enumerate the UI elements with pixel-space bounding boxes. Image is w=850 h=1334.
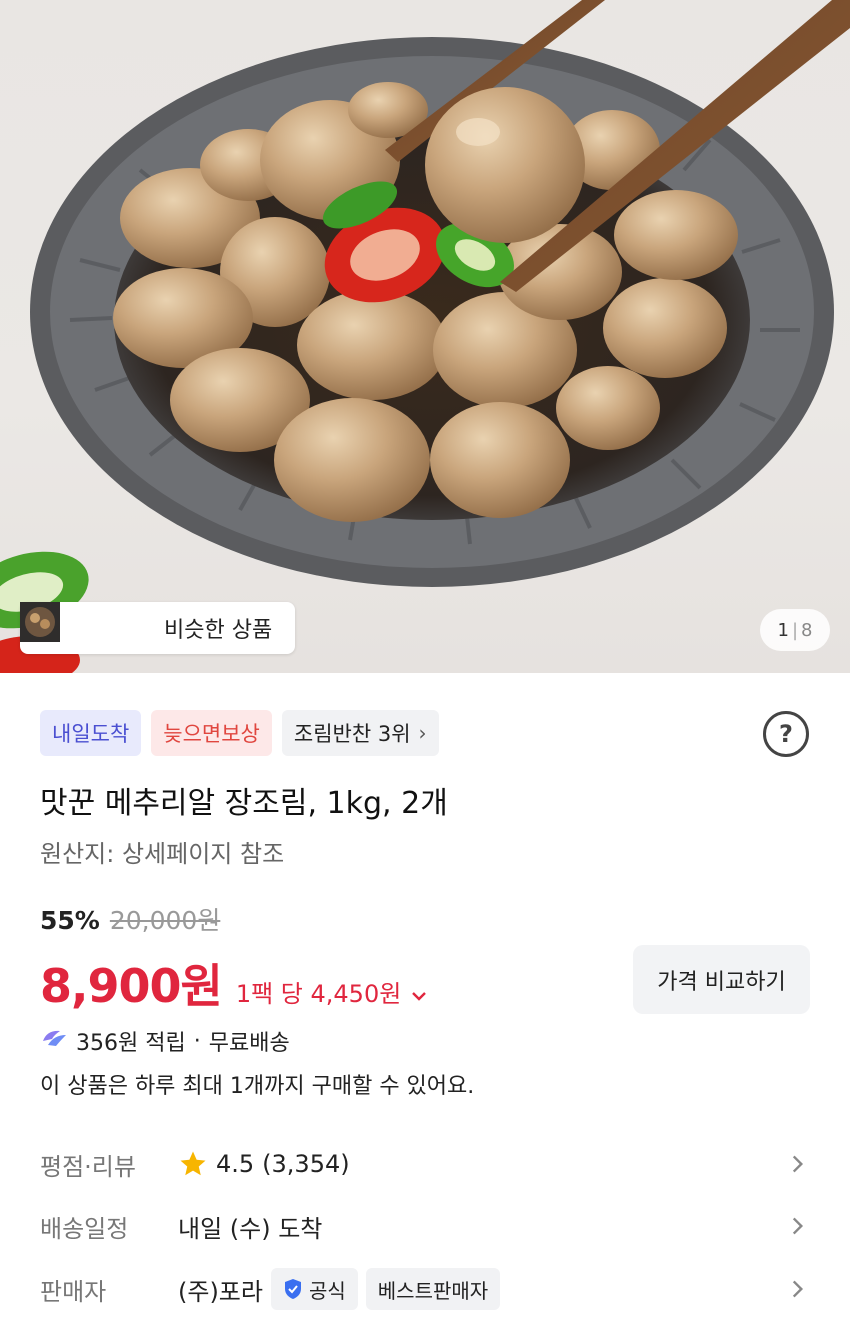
chevron-down-icon[interactable]: [411, 983, 427, 1007]
price-compare-button[interactable]: 가격 비교하기: [633, 945, 810, 1014]
seller-label: 판매자: [40, 1277, 107, 1306]
official-tag-label: 공식: [308, 1278, 346, 1303]
delivery-schedule-row[interactable]: 배송일정 내일 (수) 도착: [40, 1201, 810, 1251]
seller-row[interactable]: 판매자 (주)포라 공식 베스트판매자: [40, 1264, 810, 1314]
discount-row: 55% 20,000원: [40, 901, 220, 937]
rating-review-row[interactable]: 평점·리뷰 4.5 (3,354): [40, 1139, 810, 1189]
price-compare-label: 가격 비교하기: [657, 969, 786, 995]
image-counter-total: 8: [801, 619, 813, 641]
discount-rate: 55%: [40, 906, 100, 935]
compensation-badge: 늦으면보상: [151, 710, 272, 756]
product-photo: [0, 0, 850, 673]
reward-icon: [40, 1027, 68, 1055]
category-rank-badge[interactable]: 조림반찬 3위 ›: [281, 710, 439, 756]
chevron-right-icon: [792, 1280, 804, 1298]
similar-products-button[interactable]: 비슷한 상품: [20, 602, 295, 654]
reward-row: 356원 적립 · 무료배송: [40, 1025, 290, 1057]
best-seller-tag-label: 베스트판매자: [377, 1278, 489, 1303]
delivery-label: 배송일정: [40, 1214, 129, 1243]
badge-row: 내일도착 늦으면보상 조림반찬 3위 ›: [40, 710, 439, 756]
help-icon[interactable]: ?: [763, 711, 809, 757]
reward-amount: 356원 적립: [76, 1031, 186, 1056]
seller-name: (주)포라: [178, 1277, 263, 1306]
price-row: 8,900원 1팩 당 4,450원: [40, 950, 427, 1016]
image-counter: 1 | 8: [760, 609, 830, 651]
rating-value: 4.5: [216, 1150, 255, 1178]
unit-price[interactable]: 1팩 당 4,450원: [236, 974, 401, 1009]
best-seller-tag: 베스트판매자: [365, 1268, 501, 1310]
similar-thumb-3: [20, 602, 154, 648]
shipping-info: 무료배송: [208, 1031, 290, 1056]
chevron-right-icon: [792, 1155, 804, 1173]
verified-shield-icon: [284, 1279, 301, 1299]
image-counter-current: 1: [777, 619, 789, 641]
arrival-badge-label: 내일도착: [52, 722, 130, 746]
image-counter-separator: |: [791, 619, 799, 641]
product-title: 맛꾼 메추리알 장조림, 1kg, 2개: [40, 786, 448, 821]
rating-label: 평점·리뷰: [40, 1152, 136, 1181]
arrival-badge: 내일도착: [40, 710, 142, 756]
delivery-value: 내일 (수) 도착: [178, 1214, 323, 1243]
similar-thumb-2: [20, 602, 110, 648]
product-origin: 원산지: 상세페이지 참조: [40, 840, 285, 868]
star-icon: [180, 1151, 206, 1176]
sale-price: 8,900원: [40, 959, 223, 1013]
chevron-right-icon: [792, 1217, 804, 1235]
reward-separator: ·: [193, 1028, 201, 1054]
product-image-gallery[interactable]: 비슷한 상품 1 | 8: [0, 0, 850, 673]
similar-products-label: 비슷한 상품: [164, 618, 273, 643]
chevron-right-icon: ›: [418, 721, 427, 745]
compensation-badge-label: 늦으면보상: [163, 722, 260, 746]
purchase-limit-notice: 이 상품은 하루 최대 1개까지 구매할 수 있어요.: [40, 1074, 475, 1099]
official-tag: 공식: [270, 1268, 358, 1310]
original-price: 20,000원: [109, 906, 221, 935]
review-count: (3,354): [262, 1150, 350, 1178]
category-rank-label: 조림반찬 3위: [293, 722, 411, 746]
